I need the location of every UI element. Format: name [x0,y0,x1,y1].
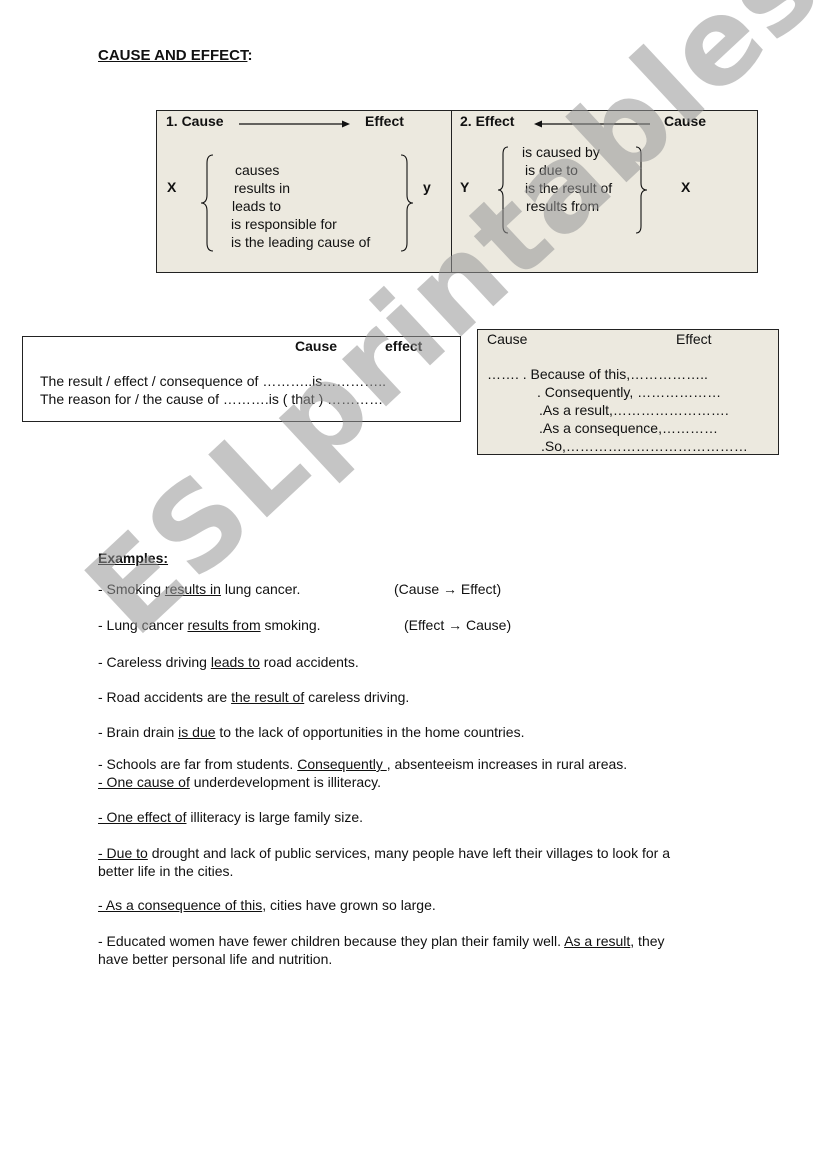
col-cause-label: Cause [295,338,338,354]
example-note: (Effect → Cause) [404,617,512,633]
noun-phrase-line: The result / effect / consequence of ………… [40,373,386,389]
example-text: illiteracy is large family size. [186,809,364,825]
example-keyword: the result of [231,689,305,705]
example-text: - Lung cancer [98,617,188,633]
example-item: - As a consequence of this, cities have … [98,896,436,914]
example-keyword: results in [164,581,221,597]
connector-line: .As a consequence,………… [539,420,718,436]
col-effect-label: Effect [676,331,712,347]
diagram2-header-cause: Cause [664,113,707,129]
diagram1-var-y: y [423,179,431,195]
left-arrow-icon [534,120,650,128]
phrase: causes [235,162,280,178]
example-text: , cities have grown so large. [262,897,436,913]
right-arrow-icon [239,120,350,128]
example-text: underdevelopment is illiteracy. [189,774,381,790]
example-text: road accidents. [259,654,359,670]
phrase: is the leading cause of [231,234,371,250]
connector-line: .As a result,……………………. [539,402,729,418]
diagram1-var-x: X [167,179,177,195]
example-item: - Due to drought and lack of public serv… [98,844,670,880]
left-brace-icon [200,154,214,252]
example-text: - Careless driving [98,654,211,670]
col-cause-label: Cause [487,331,528,347]
effect-cause-diagram-box: 2. Effect Cause Y is caused by is due to… [451,110,758,273]
phrase: results in [234,180,291,196]
example-item: - One cause of underdevelopment is illit… [98,773,381,791]
example-text: lung cancer. [220,581,301,597]
diagram2-var-y: Y [460,179,470,195]
right-brace-icon [635,146,648,234]
noun-phrase-line: The reason for / the cause of ……….is ( t… [40,391,384,407]
example-keyword: leads to [210,654,260,670]
example-text: smoking. [260,617,321,633]
example-keyword: results from [187,617,261,633]
diagram2-phrase-list: is caused by is due to is the result of … [522,143,612,215]
example-item: - Schools are far from students. Consequ… [98,755,627,773]
example-text: to the lack of opportunities in the home… [215,724,525,740]
page-title: CAUSE AND EFFECT: [98,47,252,64]
example-text: - Schools are far from students. [98,756,298,772]
cause-effect-diagram-box: 1. Cause Effect X causes results in lead… [156,110,452,273]
example-item: - Careless driving leads to road acciden… [98,653,359,671]
phrase: leads to [232,198,282,214]
example-item: - Lung cancer results from smoking. (Eff… [98,616,511,634]
phrase: is responsible for [231,216,337,232]
example-text: , absenteeism increases in rural areas. [386,756,628,772]
connector-lines: ……. . Because of this,…………….. . Conseque… [487,365,748,455]
example-keyword: - Due to [98,845,148,861]
example-text: , they [630,933,665,949]
example-keyword: Consequently [297,756,387,772]
noun-phrase-box: Cause effect The result / effect / conse… [22,336,461,422]
example-item: - One effect of illiteracy is large fami… [98,808,363,826]
example-text: - Brain drain [98,724,179,740]
example-text: - Educated women have fewer children bec… [98,933,565,949]
phrase: results from [526,198,600,214]
examples-heading: Examples: [98,550,169,566]
example-keyword: - As a consequence of this [98,897,263,913]
example-keyword: is due [178,724,216,740]
example-text: careless driving. [304,689,410,705]
example-keyword: - One effect of [98,809,187,825]
diagram1-header-cause: 1. Cause [166,113,224,129]
example-text: drought and lack of public services, man… [147,845,670,861]
example-item: - Brain drain is due to the lack of oppo… [98,723,524,741]
example-text: - Smoking [98,581,165,597]
noun-phrase-lines: The result / effect / consequence of ………… [40,372,386,408]
phrase: is caused by [522,144,600,160]
example-item: - Road accidents are the result of carel… [98,688,409,706]
right-brace-icon [400,154,414,252]
example-keyword: - One cause of [98,774,190,790]
col-effect-label: effect [385,338,423,354]
title-colon: : [247,47,253,64]
diagram1-header-effect: Effect [365,113,404,129]
diagram2-header-effect: 2. Effect [460,113,515,129]
example-note: (Cause → Effect) [394,581,502,597]
diagram2-var-x: X [681,179,691,195]
left-brace-icon [497,146,509,234]
example-item: - Smoking results in lung cancer. (Cause… [98,580,501,598]
phrase: is the result of [525,180,613,196]
connector-line: ……. . Because of this,…………….. [487,366,708,382]
title-text: CAUSE AND EFFECT [98,47,248,64]
connector-box: Cause Effect ……. . Because of this,……………… [477,329,779,455]
connector-line: . Consequently, ……………… [537,384,722,400]
example-text-continued: better life in the cities. [98,863,234,879]
example-keyword: As a result [564,933,631,949]
example-text: - Road accidents are [98,689,232,705]
phrase: is due to [525,162,578,178]
example-text-continued: have better personal life and nutrition. [98,951,333,967]
connector-line: .So,………………………………… [541,438,748,454]
example-item: - Educated women have fewer children bec… [98,932,665,968]
diagram1-phrase-list: causes results in leads to is responsibl… [231,161,370,251]
